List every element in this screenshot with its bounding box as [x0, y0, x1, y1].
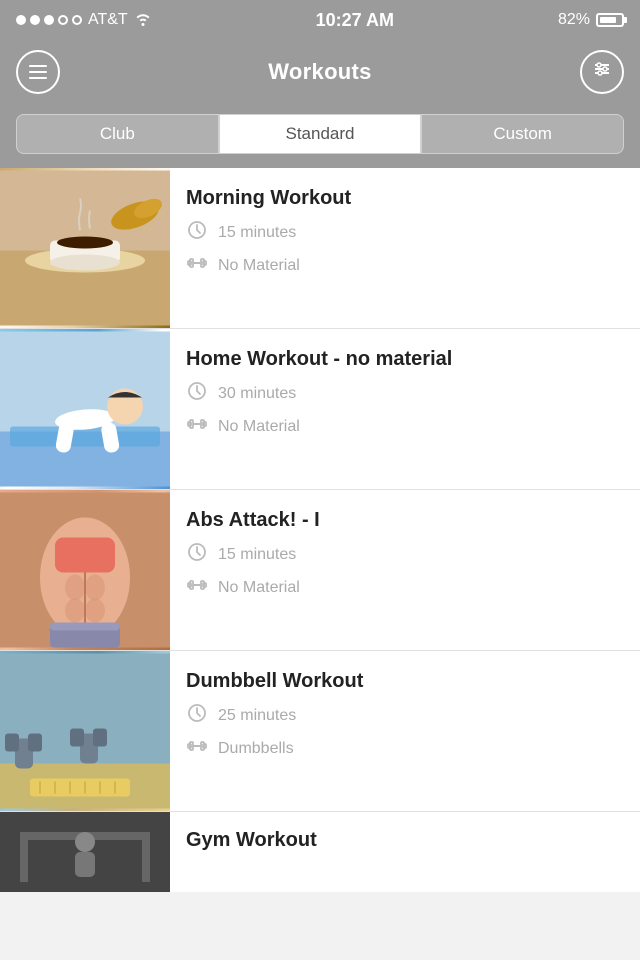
- workout-thumbnail-1: [0, 168, 170, 328]
- workout-info-3: Abs Attack! - I 15 minutes: [170, 490, 640, 650]
- dot-2: [30, 15, 40, 25]
- status-time: 10:27 AM: [316, 10, 394, 31]
- wifi-icon: [134, 10, 152, 31]
- nav-bar: Workouts: [0, 40, 640, 104]
- workout-name-4: Dumbbell Workout: [186, 669, 624, 693]
- signal-dots: [16, 15, 82, 25]
- dumbbell-icon-2: [186, 414, 208, 439]
- workout-thumbnail-4: [0, 651, 170, 811]
- workout-meta-2: 30 minutes No Material: [186, 381, 624, 439]
- dumbbell-icon-3: [186, 575, 208, 600]
- tab-custom[interactable]: Custom: [421, 114, 624, 154]
- filter-button[interactable]: [580, 50, 624, 94]
- workout-thumbnail-2: [0, 329, 170, 489]
- table-row[interactable]: Gym Workout: [0, 812, 640, 892]
- table-row[interactable]: Morning Workout 15 minutes: [0, 168, 640, 329]
- duration-text-2: 30 minutes: [218, 385, 296, 403]
- clock-icon-3: [186, 542, 208, 567]
- carrier-label: AT&T: [88, 11, 128, 29]
- clock-icon-1: [186, 220, 208, 245]
- workout-thumbnail-5: [0, 812, 170, 892]
- menu-button[interactable]: [16, 50, 60, 94]
- h-line-2: [29, 71, 47, 73]
- status-right: 82%: [558, 11, 624, 29]
- table-row[interactable]: Abs Attack! - I 15 minutes: [0, 490, 640, 651]
- workout-info-4: Dumbbell Workout 25 minutes: [170, 651, 640, 811]
- tab-standard[interactable]: Standard: [219, 114, 422, 154]
- filter-icon: [591, 58, 613, 86]
- h-line-3: [29, 77, 47, 79]
- workout-info-5: Gym Workout: [170, 812, 640, 892]
- material-text-3: No Material: [218, 579, 300, 597]
- battery-icon: [596, 13, 624, 27]
- material-row-3: No Material: [186, 575, 624, 600]
- workout-name-2: Home Workout - no material: [186, 347, 624, 371]
- status-bar: AT&T 10:27 AM 82%: [0, 0, 640, 40]
- workout-meta-1: 15 minutes No Material: [186, 220, 624, 278]
- dot-5: [72, 15, 82, 25]
- workout-name-1: Morning Workout: [186, 186, 624, 210]
- battery-percent: 82%: [558, 11, 590, 29]
- duration-text-4: 25 minutes: [218, 707, 296, 725]
- workout-list: Morning Workout 15 minutes: [0, 168, 640, 892]
- material-text-2: No Material: [218, 418, 300, 436]
- dumbbell-icon-4: [186, 736, 208, 761]
- dot-1: [16, 15, 26, 25]
- duration-row-3: 15 minutes: [186, 542, 624, 567]
- workout-meta-4: 25 minutes Dumbbells: [186, 703, 624, 761]
- workout-meta-3: 15 minutes No Material: [186, 542, 624, 600]
- material-row-2: No Material: [186, 414, 624, 439]
- material-row-1: No Material: [186, 253, 624, 278]
- workout-thumbnail-3: [0, 490, 170, 650]
- tab-club[interactable]: Club: [16, 114, 219, 154]
- duration-row-4: 25 minutes: [186, 703, 624, 728]
- dot-4: [58, 15, 68, 25]
- hamburger-icon: [29, 65, 47, 79]
- duration-row-2: 30 minutes: [186, 381, 624, 406]
- status-left: AT&T: [16, 10, 152, 31]
- clock-icon-2: [186, 381, 208, 406]
- workout-name-5: Gym Workout: [186, 828, 624, 852]
- workout-name-3: Abs Attack! - I: [186, 508, 624, 532]
- segment-control: Club Standard Custom: [0, 104, 640, 168]
- table-row[interactable]: Home Workout - no material 30 minutes: [0, 329, 640, 490]
- nav-title: Workouts: [268, 59, 371, 85]
- workout-info-1: Morning Workout 15 minutes: [170, 168, 640, 328]
- material-text-1: No Material: [218, 257, 300, 275]
- duration-row-1: 15 minutes: [186, 220, 624, 245]
- material-row-4: Dumbbells: [186, 736, 624, 761]
- dot-3: [44, 15, 54, 25]
- duration-text-3: 15 minutes: [218, 546, 296, 564]
- clock-icon-4: [186, 703, 208, 728]
- h-line-1: [29, 65, 47, 67]
- dumbbell-icon-1: [186, 253, 208, 278]
- material-text-4: Dumbbells: [218, 740, 294, 758]
- workout-info-2: Home Workout - no material 30 minutes: [170, 329, 640, 489]
- duration-text-1: 15 minutes: [218, 224, 296, 242]
- table-row[interactable]: Dumbbell Workout 25 minutes: [0, 651, 640, 812]
